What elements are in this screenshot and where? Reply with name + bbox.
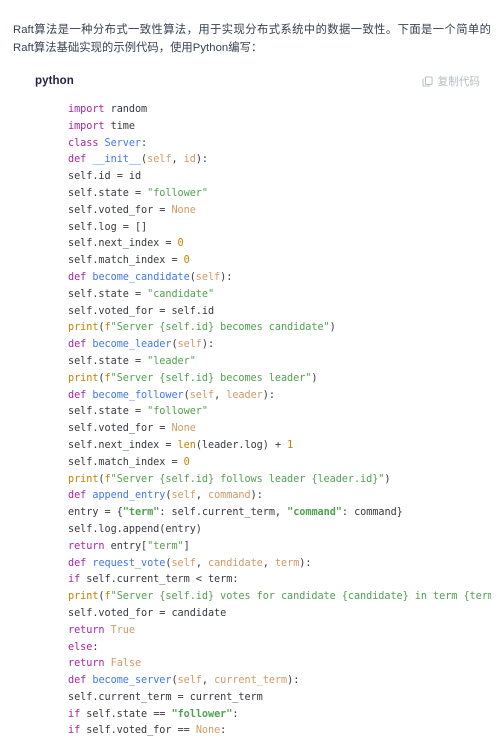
code-body: import random import time class Server: … — [13, 96, 491, 740]
copy-code-button[interactable]: 复制代码 — [422, 74, 480, 89]
copy-code-label: 复制代码 — [437, 75, 480, 88]
copy-icon — [422, 75, 433, 87]
code-block-header: python 复制代码 — [13, 66, 491, 96]
code-content[interactable]: import random import time class Server: … — [13, 102, 491, 740]
code-language-label: python — [35, 75, 74, 87]
page-root: Raft算法是一种分布式一致性算法，用于实现分布式系统中的数据一致性。下面是一个… — [0, 0, 504, 740]
code-block: python 复制代码 import random import time cl… — [13, 66, 491, 740]
intro-paragraph: Raft算法是一种分布式一致性算法，用于实现分布式系统中的数据一致性。下面是一个… — [13, 24, 491, 54]
